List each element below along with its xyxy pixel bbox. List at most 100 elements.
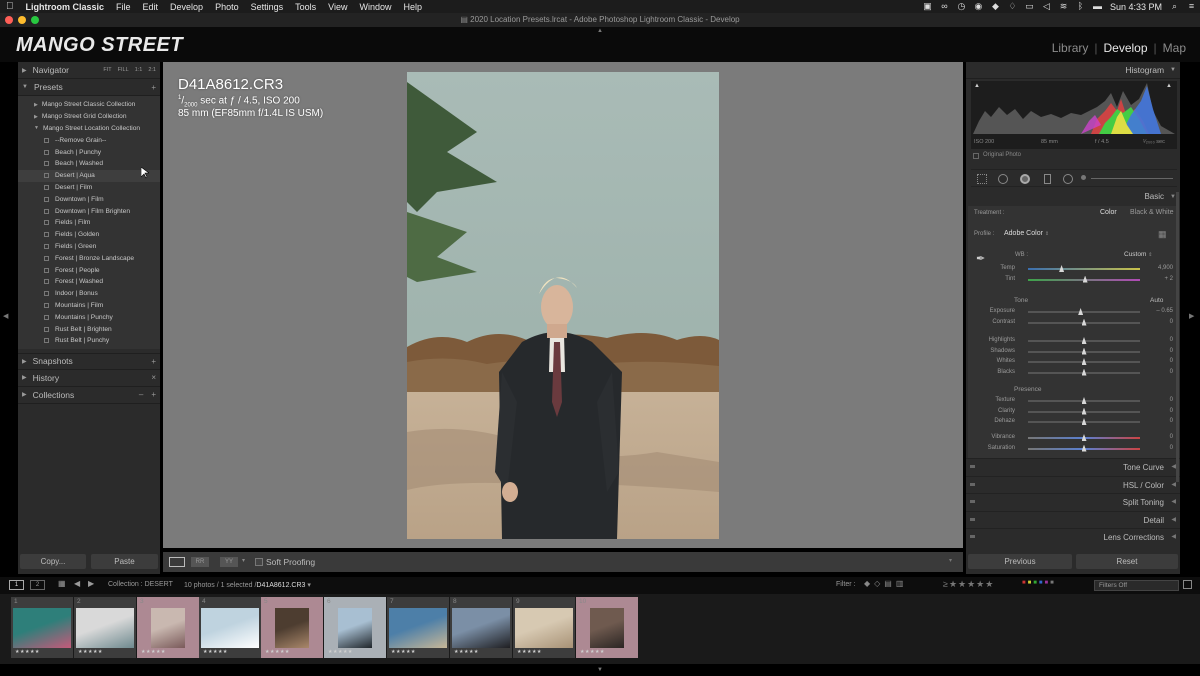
soft-proofing-checkbox[interactable] <box>255 558 263 566</box>
main-photo[interactable] <box>407 72 719 539</box>
close-window-button[interactable] <box>5 16 13 24</box>
add-snapshot-button[interactable]: + <box>151 357 156 366</box>
primary-window-button[interactable]: 1 <box>9 580 24 590</box>
drop-icon[interactable]: ♢ <box>1008 2 1017 11</box>
slider-value[interactable]: 0 <box>1153 358 1173 364</box>
forward-arrow-icon[interactable]: ▶ <box>88 579 94 588</box>
original-photo-checkbox[interactable] <box>973 153 979 159</box>
brush-icon[interactable] <box>1081 175 1086 180</box>
menu-view[interactable]: View <box>322 2 353 12</box>
filmstrip-cell[interactable]: 9 ★★★★★ <box>513 597 575 658</box>
panel-section-header[interactable]: HSL / Color ◀ <box>966 475 1180 494</box>
secondary-window-button[interactable]: 2 <box>30 580 45 590</box>
preset-item[interactable]: Downtown | Film <box>18 193 160 205</box>
preset-item[interactable]: Desert | Film <box>18 182 160 194</box>
filmstrip-cell[interactable]: 5 ★★★★★ <box>261 597 323 658</box>
record-icon[interactable]: ◉ <box>974 2 983 11</box>
volume-icon[interactable]: ◁ <box>1042 2 1051 11</box>
section-toggle-icon[interactable] <box>970 517 975 521</box>
highlight-clipping-icon[interactable]: ▲ <box>1166 83 1172 89</box>
apple-menu[interactable]:  <box>0 1 20 12</box>
history-header[interactable]: ▶ History × <box>18 370 160 387</box>
preset-item[interactable]: Forest | Washed <box>18 276 160 288</box>
preset-item[interactable]: Indoor | Bonus <box>18 288 160 300</box>
nav-1to1[interactable]: 1:1 <box>135 67 143 73</box>
screen-record-icon[interactable]: ▣ <box>923 2 932 11</box>
graduated-filter-icon[interactable] <box>1044 174 1051 184</box>
section-toggle-icon[interactable] <box>970 482 975 486</box>
histogram[interactable]: ▲ ▲ ISO 200 85 mm f / 4.5 ¹⁄₂₀₀₀ sec <box>971 81 1177 149</box>
histogram-header[interactable]: Histogram ▼ <box>966 62 1180 79</box>
filmstrip-cell[interactable]: 3 ★★★★★ <box>137 597 199 658</box>
collapse-top-icon[interactable]: ▲ <box>597 28 603 34</box>
wb-select[interactable]: Custom ⇕ <box>1124 251 1152 258</box>
preset-item[interactable]: Fields | Film <box>18 217 160 229</box>
minimize-window-button[interactable] <box>18 16 26 24</box>
menu-file[interactable]: File <box>110 2 137 12</box>
right-panel-toggle-icon[interactable]: ▶ <box>1189 312 1194 320</box>
collections-header[interactable]: ▶ Collections – + <box>18 387 160 404</box>
filmstrip-cell[interactable]: 8 ★★★★★ <box>450 597 512 658</box>
slider-value[interactable]: 0 <box>1153 319 1173 325</box>
clear-history-button[interactable]: × <box>151 373 156 382</box>
zoom-window-button[interactable] <box>31 16 39 24</box>
control-center-icon[interactable]: ≡ <box>1187 2 1196 11</box>
preset-item[interactable]: Rust Belt | Punchy <box>18 335 160 347</box>
basic-header[interactable]: Basic ▼ <box>966 189 1180 205</box>
panel-scrollbar[interactable] <box>1176 192 1179 482</box>
menu-photo[interactable]: Photo <box>209 2 245 12</box>
redeye-icon[interactable] <box>1020 174 1030 184</box>
menu-settings[interactable]: Settings <box>245 2 290 12</box>
preset-item[interactable]: Forest | People <box>18 264 160 276</box>
copy-settings-button[interactable]: Copy... <box>20 554 86 569</box>
bluetooth-icon[interactable]: ᛒ <box>1076 2 1085 11</box>
spot-removal-icon[interactable] <box>998 174 1008 184</box>
grid-view-icon[interactable]: ▦ <box>58 579 66 588</box>
preset-item[interactable]: Fields | Golden <box>18 229 160 241</box>
before-after-icon[interactable]: RR <box>191 557 209 567</box>
loupe-view-icon[interactable] <box>169 557 185 567</box>
slider-track[interactable] <box>1028 268 1140 270</box>
slider-value[interactable]: 0 <box>1153 418 1173 424</box>
collection-source[interactable]: Collection : DESERT <box>108 581 173 588</box>
menu-tools[interactable]: Tools <box>289 2 322 12</box>
search-icon[interactable]: ⌕ <box>1170 2 1179 11</box>
slider-value[interactable]: 0 <box>1153 445 1173 451</box>
module-map[interactable]: Map <box>1163 41 1186 55</box>
treatment-bw[interactable]: Black & White <box>1130 209 1174 216</box>
collapse-bottom-icon[interactable]: ▼ <box>597 667 603 673</box>
nav-2to1[interactable]: 2:1 <box>148 67 156 73</box>
slider-value[interactable]: 0 <box>1153 397 1173 403</box>
filmstrip-cell[interactable]: 2 ★★★★★ <box>74 597 136 658</box>
shadow-clipping-icon[interactable]: ▲ <box>974 83 980 89</box>
preset-item[interactable]: Fields | Green <box>18 241 160 253</box>
slider-track[interactable] <box>1028 311 1140 313</box>
left-panel-toggle-icon[interactable]: ◀ <box>3 312 8 320</box>
preset-item[interactable]: Mountains | Punchy <box>18 311 160 323</box>
auto-tone-button[interactable]: Auto <box>1150 297 1163 304</box>
section-toggle-icon[interactable] <box>970 465 975 468</box>
panel-section-header[interactable]: Detail ◀ <box>966 510 1180 529</box>
preset-collection[interactable]: ▼ Mango Street Location Collection <box>18 123 160 135</box>
filmstrip-cell[interactable]: 1 ★★★★★ <box>11 597 73 658</box>
star-filter-icons[interactable]: ≥★★★★★ <box>943 579 994 590</box>
slider-value[interactable]: + 2 <box>1153 276 1173 282</box>
filmstrip-cell[interactable]: 7 ★★★★★ <box>387 597 449 658</box>
snapshots-header[interactable]: ▶ Snapshots + <box>18 352 160 370</box>
filmstrip-cell[interactable]: 10 ★★★★★ <box>576 597 638 658</box>
profile-browser-icon[interactable]: ▦ <box>1158 229 1167 240</box>
slider-value[interactable]: – 0.65 <box>1153 308 1173 314</box>
radial-filter-icon[interactable] <box>1063 174 1073 184</box>
module-library[interactable]: Library <box>1052 41 1089 55</box>
slider-value[interactable]: 0 <box>1153 348 1173 354</box>
treatment-color[interactable]: Color <box>1100 209 1117 216</box>
preset-item[interactable]: Rust Belt | Brighten <box>18 323 160 335</box>
back-arrow-icon[interactable]: ◀ <box>74 579 80 588</box>
menu-lightroom[interactable]: Lightroom Classic <box>20 2 111 12</box>
dropdown-arrow-icon[interactable]: ▾ <box>307 582 311 589</box>
battery-icon[interactable]: ▬ <box>1093 2 1102 11</box>
flag-filter-icons[interactable]: ◆◇▤▥ <box>864 579 907 588</box>
add-collection-button[interactable]: + <box>151 390 156 399</box>
slider-value[interactable]: 4,900 <box>1153 265 1173 271</box>
preset-item[interactable]: Mountains | Film <box>18 300 160 312</box>
